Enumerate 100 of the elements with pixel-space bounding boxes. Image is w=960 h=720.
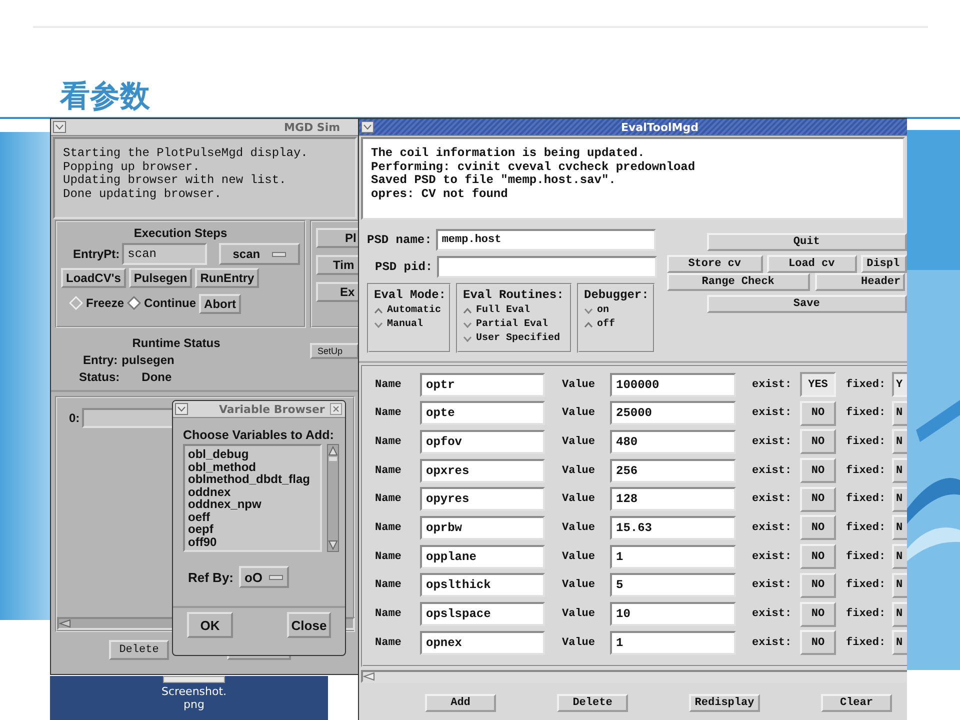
- radio-button[interactable]: [463, 306, 472, 314]
- entry-dropdown[interactable]: scan: [218, 243, 300, 265]
- parameter-name-field[interactable]: optr: [420, 372, 545, 396]
- scroll-left-icon[interactable]: [363, 672, 375, 681]
- parameter-name-field[interactable]: opnex: [420, 630, 545, 655]
- horizontal-scrollbar[interactable]: [361, 670, 907, 683]
- exist-toggle[interactable]: NO: [800, 602, 836, 626]
- ref-dropdown[interactable]: oO: [238, 566, 289, 588]
- abort-button[interactable]: Abort: [199, 294, 242, 314]
- value-label: Value: [561, 407, 596, 420]
- status-label: Status:: [79, 370, 120, 384]
- exist-toggle[interactable]: NO: [800, 458, 836, 484]
- list-item[interactable]: oddnex: [188, 486, 317, 498]
- parameter-name-field[interactable]: opte: [420, 401, 545, 426]
- exist-toggle[interactable]: NO: [800, 429, 836, 454]
- file-thumbnail-icon[interactable]: [163, 676, 225, 683]
- parameter-value-field[interactable]: 1: [610, 630, 736, 655]
- delete-button[interactable]: Delete: [109, 640, 169, 660]
- file-label[interactable]: Screenshot. png: [161, 685, 227, 711]
- fixed-toggle[interactable]: N: [892, 572, 907, 598]
- side-button[interactable]: Ex: [316, 282, 359, 302]
- exist-toggle[interactable]: NO: [800, 486, 836, 512]
- fixed-toggle[interactable]: N: [892, 400, 907, 426]
- exist-toggle[interactable]: NO: [800, 400, 836, 426]
- delete-button[interactable]: Delete: [557, 694, 628, 712]
- radio-button[interactable]: [127, 296, 142, 310]
- radio-button[interactable]: [584, 320, 593, 328]
- parameter-value-field[interactable]: 5: [610, 573, 736, 598]
- side-button[interactable]: Tim: [316, 255, 359, 275]
- radio-button[interactable]: [374, 320, 383, 328]
- parameter-name-field[interactable]: opslspace: [420, 602, 545, 626]
- parameter-name-field[interactable]: opfov: [420, 430, 545, 454]
- parameter-name-field[interactable]: opslthick: [420, 573, 545, 598]
- close-icon[interactable]: [330, 403, 342, 415]
- list-item[interactable]: oeff: [188, 510, 317, 523]
- scroll-left-icon[interactable]: [59, 619, 71, 628]
- list-item[interactable]: obl_method: [188, 460, 317, 473]
- list-item[interactable]: oddnex_npw: [188, 498, 317, 510]
- psd-pid-field[interactable]: [436, 256, 657, 278]
- parameter-value-field[interactable]: 256: [610, 458, 736, 483]
- parameter-value-field[interactable]: 480: [610, 430, 736, 454]
- window-menu-icon[interactable]: [361, 121, 374, 133]
- header-button[interactable]: Header: [814, 273, 905, 291]
- fixed-label: fixed:: [845, 378, 887, 390]
- parameter-value-field[interactable]: 1: [610, 544, 736, 569]
- range-check-button[interactable]: Range Check: [666, 273, 810, 291]
- list-item[interactable]: oblmethod_dbdt_flag: [188, 473, 317, 486]
- step-button[interactable]: Pulsegen: [128, 268, 192, 288]
- parameter-name-field[interactable]: opyres: [420, 487, 545, 512]
- exist-toggle[interactable]: YES: [800, 372, 836, 397]
- fixed-toggle[interactable]: N: [892, 630, 907, 656]
- message-log: Starting the PlotPulseMgd display. Popping up browser. Updating browser with new list. Done updating browser.: [53, 137, 357, 219]
- parameter-value-field[interactable]: 100000: [610, 372, 736, 396]
- step-button[interactable]: LoadCV's: [61, 268, 126, 288]
- parameter-name-field[interactable]: opxres: [420, 458, 545, 483]
- radio-button[interactable]: [463, 334, 472, 342]
- parameter-value-field[interactable]: 10: [610, 602, 736, 626]
- psd-name-field[interactable]: memp.host: [436, 229, 656, 251]
- entry-field[interactable]: scan: [122, 243, 207, 265]
- exist-toggle[interactable]: NO: [800, 572, 836, 598]
- vertical-scrollbar[interactable]: [327, 444, 339, 552]
- fixed-toggle[interactable]: N: [892, 544, 907, 570]
- close-button[interactable]: Close: [287, 612, 331, 638]
- save-button[interactable]: Save: [706, 295, 907, 313]
- parameter-value-field[interactable]: 15.63: [610, 516, 736, 540]
- ok-button[interactable]: OK: [187, 612, 233, 638]
- parameter-value-field[interactable]: 128: [610, 487, 736, 512]
- side-button[interactable]: Pl: [316, 228, 359, 248]
- load-button[interactable]: Load cv: [766, 255, 857, 273]
- fixed-toggle[interactable]: N: [892, 486, 907, 512]
- window-menu-icon[interactable]: [53, 121, 66, 133]
- fixed-toggle[interactable]: Y: [892, 372, 907, 397]
- quit-button[interactable]: Quit: [706, 233, 907, 251]
- window-menu-icon[interactable]: [175, 403, 188, 415]
- setup-button[interactable]: SetUp: [310, 343, 359, 359]
- fixed-toggle[interactable]: N: [892, 429, 907, 454]
- fixed-toggle[interactable]: N: [892, 602, 907, 626]
- name-label: Name: [375, 550, 402, 563]
- radio-button[interactable]: [374, 306, 383, 314]
- list-item[interactable]: obl_debug: [188, 448, 317, 460]
- store-button[interactable]: Store cv: [666, 255, 763, 273]
- clear-button[interactable]: Clear: [821, 694, 892, 712]
- radio-button[interactable]: [463, 320, 472, 328]
- parameter-name-field[interactable]: opplane: [420, 544, 545, 569]
- list-item[interactable]: oepf: [188, 523, 317, 536]
- display-button[interactable]: Displ: [860, 255, 907, 273]
- fixed-toggle[interactable]: N: [892, 458, 907, 484]
- redisplay-button[interactable]: Redisplay: [689, 694, 760, 712]
- list-item[interactable]: off90: [188, 536, 317, 548]
- fixed-label: fixed:: [845, 608, 887, 620]
- parameter-name-field[interactable]: oprbw: [420, 516, 545, 540]
- variable-list[interactable]: obl_debug obl_method oblmethod_dbdt_flag oddnex oddnex_npw oeff oepf off90: [183, 444, 322, 552]
- exist-toggle[interactable]: NO: [800, 515, 836, 540]
- step-button[interactable]: RunEntry: [195, 268, 260, 288]
- parameter-value-field[interactable]: 25000: [610, 401, 736, 426]
- add-button[interactable]: Add: [425, 694, 496, 712]
- exist-toggle[interactable]: NO: [800, 630, 836, 656]
- fixed-toggle[interactable]: N: [892, 515, 907, 540]
- exist-toggle[interactable]: NO: [800, 544, 836, 570]
- radio-button[interactable]: [584, 306, 593, 314]
